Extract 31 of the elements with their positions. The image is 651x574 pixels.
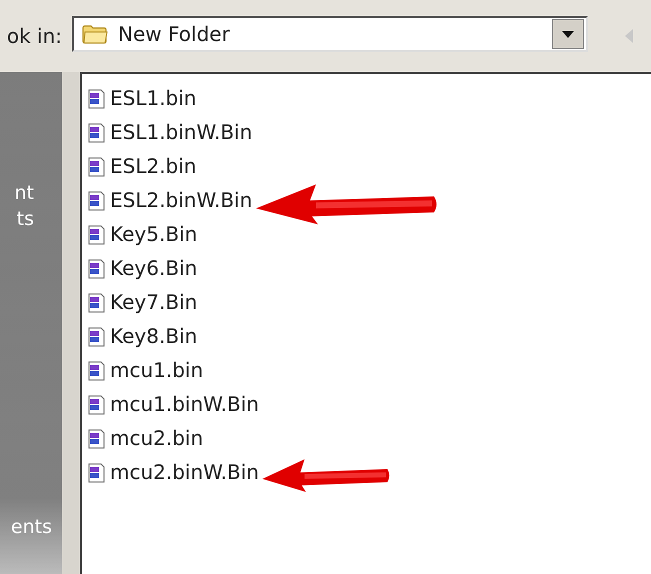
file-name[interactable]: ESL1.binW.Bin — [110, 120, 252, 144]
folder-dropdown[interactable]: New Folder — [72, 16, 588, 52]
file-name[interactable]: Key8.Bin — [110, 324, 198, 348]
file-icon — [88, 461, 106, 483]
file-icon — [88, 121, 106, 143]
file-name[interactable]: mcu1.bin — [110, 358, 204, 382]
folder-icon — [82, 24, 108, 44]
file-icon — [88, 223, 106, 245]
look-in-label: ok in: — [6, 24, 62, 48]
file-name[interactable]: Key7.Bin — [110, 290, 198, 314]
places-label[interactable]: ts — [16, 206, 34, 232]
file-name[interactable]: mcu2.binW.Bin — [110, 460, 259, 484]
file-icon — [88, 291, 106, 313]
file-name[interactable]: Key6.Bin — [110, 256, 198, 280]
file-icon — [88, 155, 106, 177]
file-name[interactable]: mcu1.binW.Bin — [110, 392, 259, 416]
file-icon — [88, 189, 106, 211]
file-name[interactable]: ESL2.bin — [110, 154, 196, 178]
file-icon — [88, 393, 106, 415]
file-icon — [88, 257, 106, 279]
caret-icon — [562, 30, 574, 38]
file-name[interactable]: mcu2.bin — [110, 426, 204, 450]
file-icon — [88, 325, 106, 347]
file-icon — [88, 87, 106, 109]
file-name[interactable]: ESL1.bin — [110, 86, 196, 110]
file-icon — [88, 359, 106, 381]
file-name[interactable]: ESL2.binW.Bin — [110, 188, 252, 212]
places-label[interactable]: nt — [14, 180, 34, 206]
file-icon — [88, 427, 106, 449]
file-name[interactable]: Key5.Bin — [110, 222, 198, 246]
dropdown-button[interactable] — [552, 19, 584, 49]
